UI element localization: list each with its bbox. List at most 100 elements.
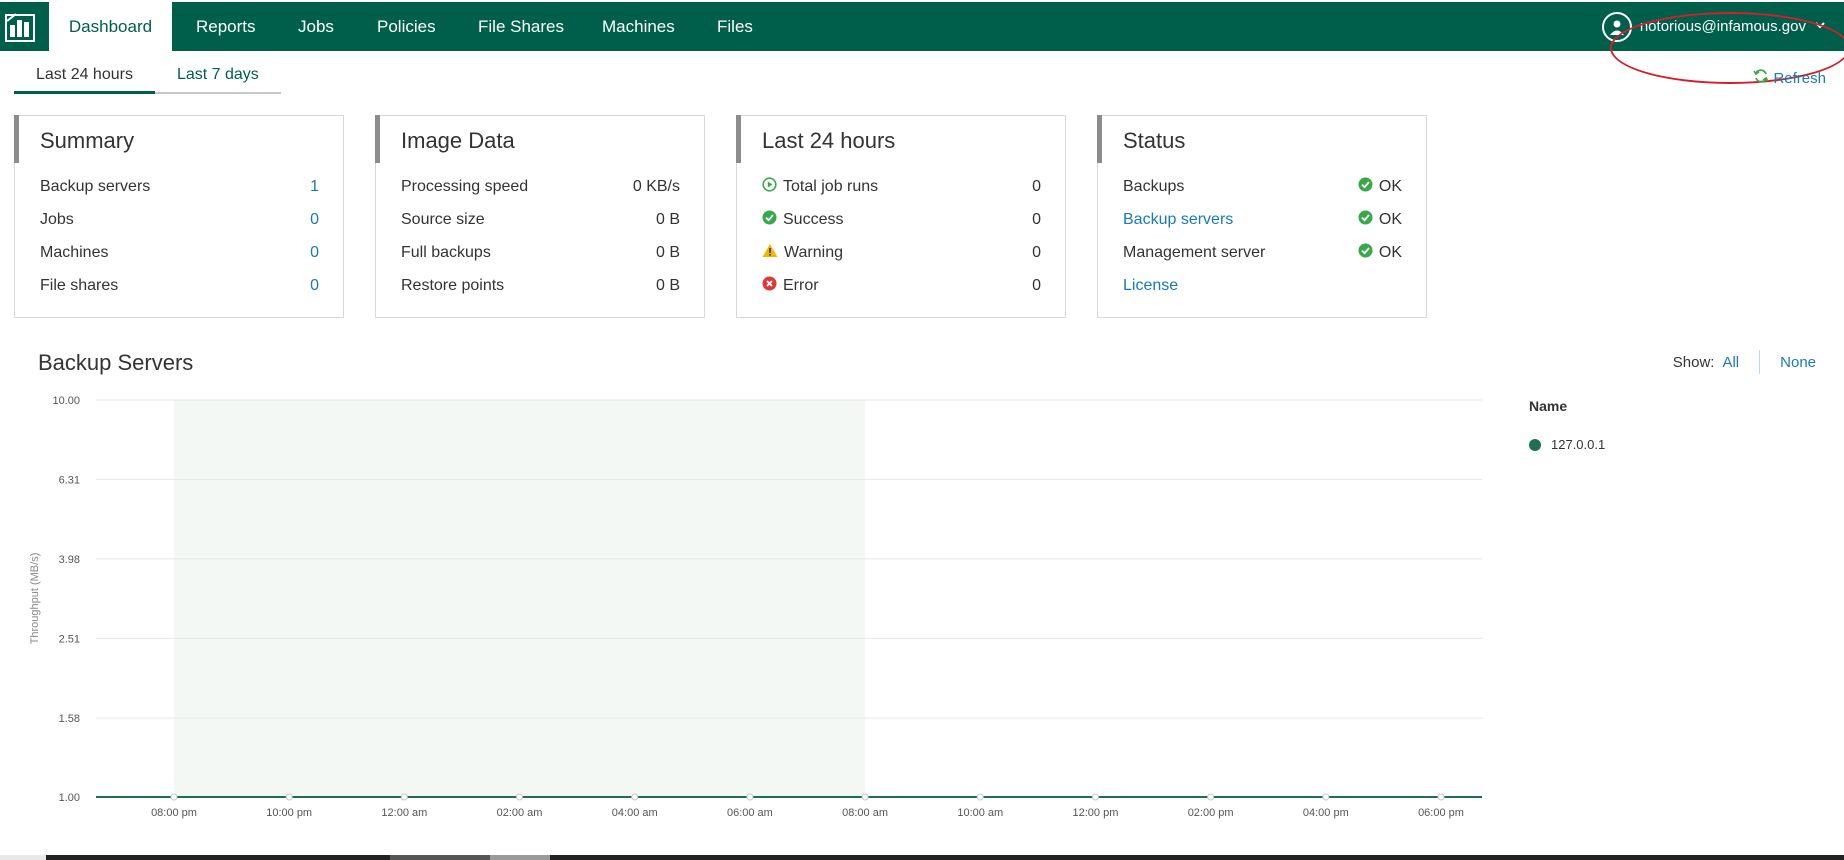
nav-tab-reports[interactable]: Reports: [196, 2, 256, 51]
refresh-button[interactable]: Refresh: [1753, 68, 1826, 88]
image-data-row-label: Full backups: [401, 244, 491, 261]
nav-tab-dashboard[interactable]: Dashboard: [49, 2, 172, 51]
job-stat-row: Total job runs 0: [762, 176, 1041, 198]
refresh-label: Refresh: [1773, 69, 1826, 87]
nav-tab-machines[interactable]: Machines: [602, 2, 675, 51]
throughput-chart: 10.00 6.31 3.98 2.51 1.58 1.00 Throughput (MB/…: [29, 395, 1482, 819]
status-row: License: [1123, 275, 1402, 297]
chevron-down-icon: [1814, 18, 1826, 35]
image-data-row: Full backups 0 B: [401, 242, 680, 264]
series-visibility-toggle: Show: All None: [1673, 350, 1816, 374]
status-row: Management server OK: [1123, 242, 1402, 264]
data-point: [1091, 793, 1099, 801]
summary-file-shares-count[interactable]: 0: [310, 277, 319, 295]
check-circle-icon: [762, 210, 777, 230]
legend-marker: [1529, 438, 1541, 451]
y-tick-label: 3.98: [59, 554, 80, 566]
image-data-row: Source size 0 B: [401, 209, 680, 231]
refresh-icon: [1753, 68, 1770, 88]
nav-tab-files[interactable]: Files: [717, 2, 753, 51]
check-circle-icon: [1358, 243, 1373, 263]
x-tick-label: 12:00 am: [381, 807, 427, 819]
job-stat-label: Warning: [784, 244, 843, 261]
summary-jobs-count[interactable]: 0: [310, 211, 319, 229]
legend-item[interactable]: 127.0.0.1: [1529, 437, 1605, 452]
summary-machines-count[interactable]: 0: [310, 244, 319, 262]
status-row-value: OK: [1378, 211, 1402, 228]
license-link[interactable]: License: [1123, 277, 1178, 295]
summary-title: Summary: [40, 128, 135, 153]
image-data-row-label: Processing speed: [401, 178, 529, 195]
backup-servers-link[interactable]: Backup servers: [1123, 211, 1233, 229]
tab-last-24-hours[interactable]: Last 24 hours: [14, 60, 155, 94]
x-tick-label: 06:00 am: [727, 807, 773, 819]
y-axis-label: Throughput (MB/s): [29, 553, 41, 645]
x-tick-label: 08:00 pm: [151, 807, 197, 819]
job-stat-value: 0: [1032, 244, 1041, 261]
job-stat-row: Error 0: [762, 275, 1041, 297]
image-data-row-value: 0 B: [655, 277, 680, 294]
data-point: [516, 793, 524, 801]
x-tick-label: 06:00 pm: [1418, 807, 1464, 819]
summary-row: Backup servers 1: [40, 176, 319, 198]
status-row-label: Management server: [1123, 244, 1266, 261]
image-data-row-value: 0 KB/s: [632, 178, 680, 195]
legend-item-label: 127.0.0.1: [1551, 437, 1606, 452]
show-label: Show:: [1672, 353, 1715, 371]
data-point: [400, 793, 408, 801]
nav-tab-policies[interactable]: Policies: [377, 2, 436, 51]
job-stat-row: Success 0: [762, 209, 1041, 231]
check-circle-icon: [1358, 210, 1373, 230]
y-tick-label: 1.58: [59, 713, 80, 725]
image-data-row-label: Restore points: [401, 277, 505, 294]
y-tick-label: 10.00: [52, 395, 80, 407]
x-tick-label: 02:00 pm: [1188, 807, 1234, 819]
image-data-row-label: Source size: [401, 211, 485, 228]
y-tick-label: 1.00: [59, 792, 80, 804]
status-row: Backup servers OK: [1123, 209, 1402, 231]
job-stat-value: 0: [1032, 178, 1041, 195]
backup-servers-title: Backup Servers: [38, 350, 194, 375]
backup-logo-icon[interactable]: [0, 2, 40, 51]
status-row-value: OK: [1378, 244, 1402, 261]
summary-row: Machines 0: [40, 242, 319, 264]
error-circle-icon: [762, 276, 777, 296]
summary-row: Jobs 0: [40, 209, 319, 231]
show-all-link[interactable]: All: [1722, 354, 1739, 371]
data-point: [1207, 793, 1215, 801]
x-tick-label: 10:00 pm: [266, 807, 312, 819]
data-point: [170, 793, 178, 801]
check-circle-icon: [1358, 177, 1373, 197]
job-stat-label: Total job runs: [783, 178, 879, 195]
show-none-link[interactable]: None: [1780, 354, 1816, 371]
nav-tab-jobs[interactable]: Jobs: [298, 2, 334, 51]
data-point: [746, 793, 754, 801]
job-stat-row: Warning 0: [762, 242, 1041, 264]
user-menu[interactable]: notorious@infamous.gov: [1601, 2, 1826, 51]
last-24-hours-card: Last 24 hours Total job runs 0 Success 0: [736, 115, 1066, 318]
tab-last-7-days[interactable]: Last 7 days: [155, 60, 281, 94]
status-row-label: Backups: [1123, 178, 1185, 195]
image-data-row-value: 0 B: [655, 244, 680, 261]
x-tick-label: 02:00 am: [497, 807, 543, 819]
summary-backup-servers-count[interactable]: 1: [310, 178, 319, 196]
app-root: Dashboard Reports Jobs Policies File Sha…: [0, 0, 1844, 860]
summary-row-label: File shares: [40, 277, 119, 294]
bottom-scrollbar[interactable]: [0, 855, 1844, 860]
warning-triangle-icon: [762, 243, 778, 263]
data-point: [976, 793, 984, 801]
y-tick-label: 2.51: [59, 633, 80, 645]
image-data-row: Restore points 0 B: [401, 275, 680, 297]
nav-tab-file-shares[interactable]: File Shares: [478, 2, 564, 51]
x-tick-label: 08:00 am: [842, 807, 888, 819]
x-tick-label: 10:00 am: [957, 807, 1003, 819]
x-tick-label: 04:00 am: [612, 807, 658, 819]
divider: [1759, 350, 1761, 374]
summary-row: File shares 0: [40, 275, 319, 297]
user-avatar-icon: [1601, 11, 1632, 42]
data-point: [1322, 793, 1330, 801]
job-stat-value: 0: [1032, 211, 1041, 228]
summary-row-label: Backup servers: [40, 178, 151, 195]
x-tick-label: 04:00 pm: [1303, 807, 1349, 819]
image-data-row-value: 0 B: [655, 211, 680, 228]
